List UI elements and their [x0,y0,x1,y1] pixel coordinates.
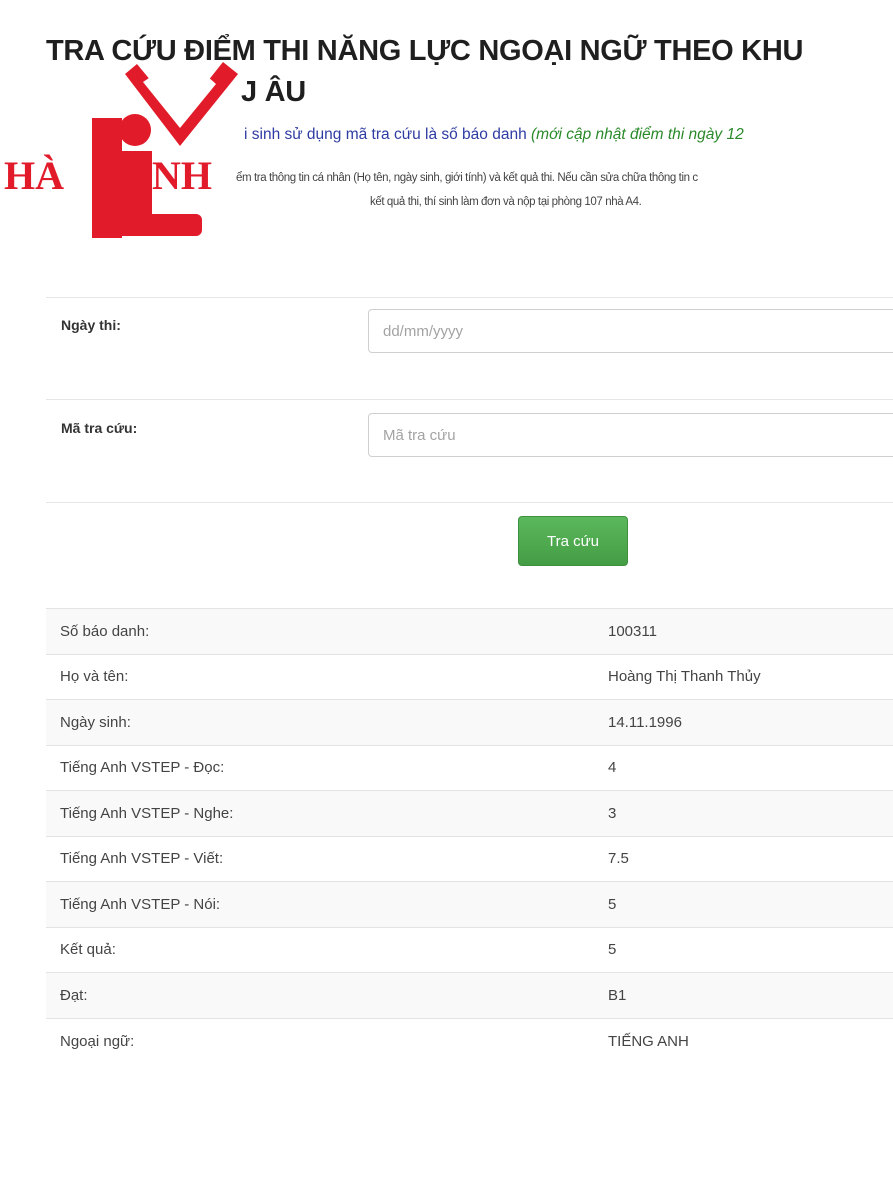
code-label: Mã tra cứu: [61,420,138,436]
result-value: 100311 [608,608,893,654]
table-row: Ngoại ngữ: TIẾNG ANH [46,1017,893,1064]
ha-linh-logo: HÀ NH [4,62,238,238]
result-label: Họ và tên: [46,653,608,700]
svg-text:HÀ: HÀ [4,153,64,198]
search-button[interactable]: Tra cứu [518,516,628,566]
table-row: Ngày sinh: 14.11.1996 [46,699,893,745]
result-label: Đạt: [46,972,608,1018]
table-row: Họ và tên: Hoàng Thị Thanh Thủy [46,653,893,700]
lookup-hint: i sinh sử dụng mã tra cứu là số báo danh… [244,126,893,144]
check-info-note: ểm tra thông tin cá nhân (Họ tên, ngày s… [236,166,893,214]
form-divider [46,502,893,503]
date-input[interactable] [368,309,893,353]
update-hint: (mới cập nhật điểm thi ngày 12 [531,126,744,143]
result-label: Ngày sinh: [46,699,608,745]
result-value: 4 [608,744,893,791]
result-value: 7.5 [608,835,893,882]
result-label: Kết quả: [46,926,608,973]
results-table: Số báo danh: 100311 Họ và tên: Hoàng Thị Th… [46,608,893,1064]
result-value: 5 [608,881,893,927]
lookup-hint-text: i sinh sử dụng mã tra cứu là số báo danh [244,126,531,143]
svg-text:NH: NH [152,153,212,198]
result-value: 14.11.1996 [608,699,893,745]
result-label: Tiếng Anh VSTEP - Đọc: [46,744,608,791]
table-row: Đạt: B1 [46,972,893,1018]
table-row: Số báo danh: 100311 [46,608,893,654]
code-input[interactable] [368,413,893,457]
check-info-line2: kết quả thi, thí sinh làm đơn và nộp tại… [370,196,642,208]
result-value: Hoàng Thị Thanh Thủy [608,653,893,700]
table-row: Tiếng Anh VSTEP - Nghe: 3 [46,790,893,836]
form-divider [46,399,893,400]
check-info-line1: ểm tra thông tin cá nhân (Họ tên, ngày s… [236,172,698,184]
table-row: Tiếng Anh VSTEP - Viết: 7.5 [46,835,893,882]
table-row: Tiếng Anh VSTEP - Đọc: 4 [46,744,893,791]
result-label: Ngoại ngữ: [46,1017,608,1064]
result-value: 3 [608,790,893,836]
result-label: Số báo danh: [46,608,608,654]
result-label: Tiếng Anh VSTEP - Viết: [46,835,608,882]
result-value: 5 [608,926,893,973]
result-label: Tiếng Anh VSTEP - Nghe: [46,790,608,836]
table-row: Kết quả: 5 [46,926,893,973]
result-value: TIẾNG ANH [608,1017,893,1064]
result-value: B1 [608,972,893,1018]
form-divider [46,297,893,298]
result-label: Tiếng Anh VSTEP - Nói: [46,881,608,927]
date-label: Ngày thi: [61,317,121,333]
table-row: Tiếng Anh VSTEP - Nói: 5 [46,881,893,927]
